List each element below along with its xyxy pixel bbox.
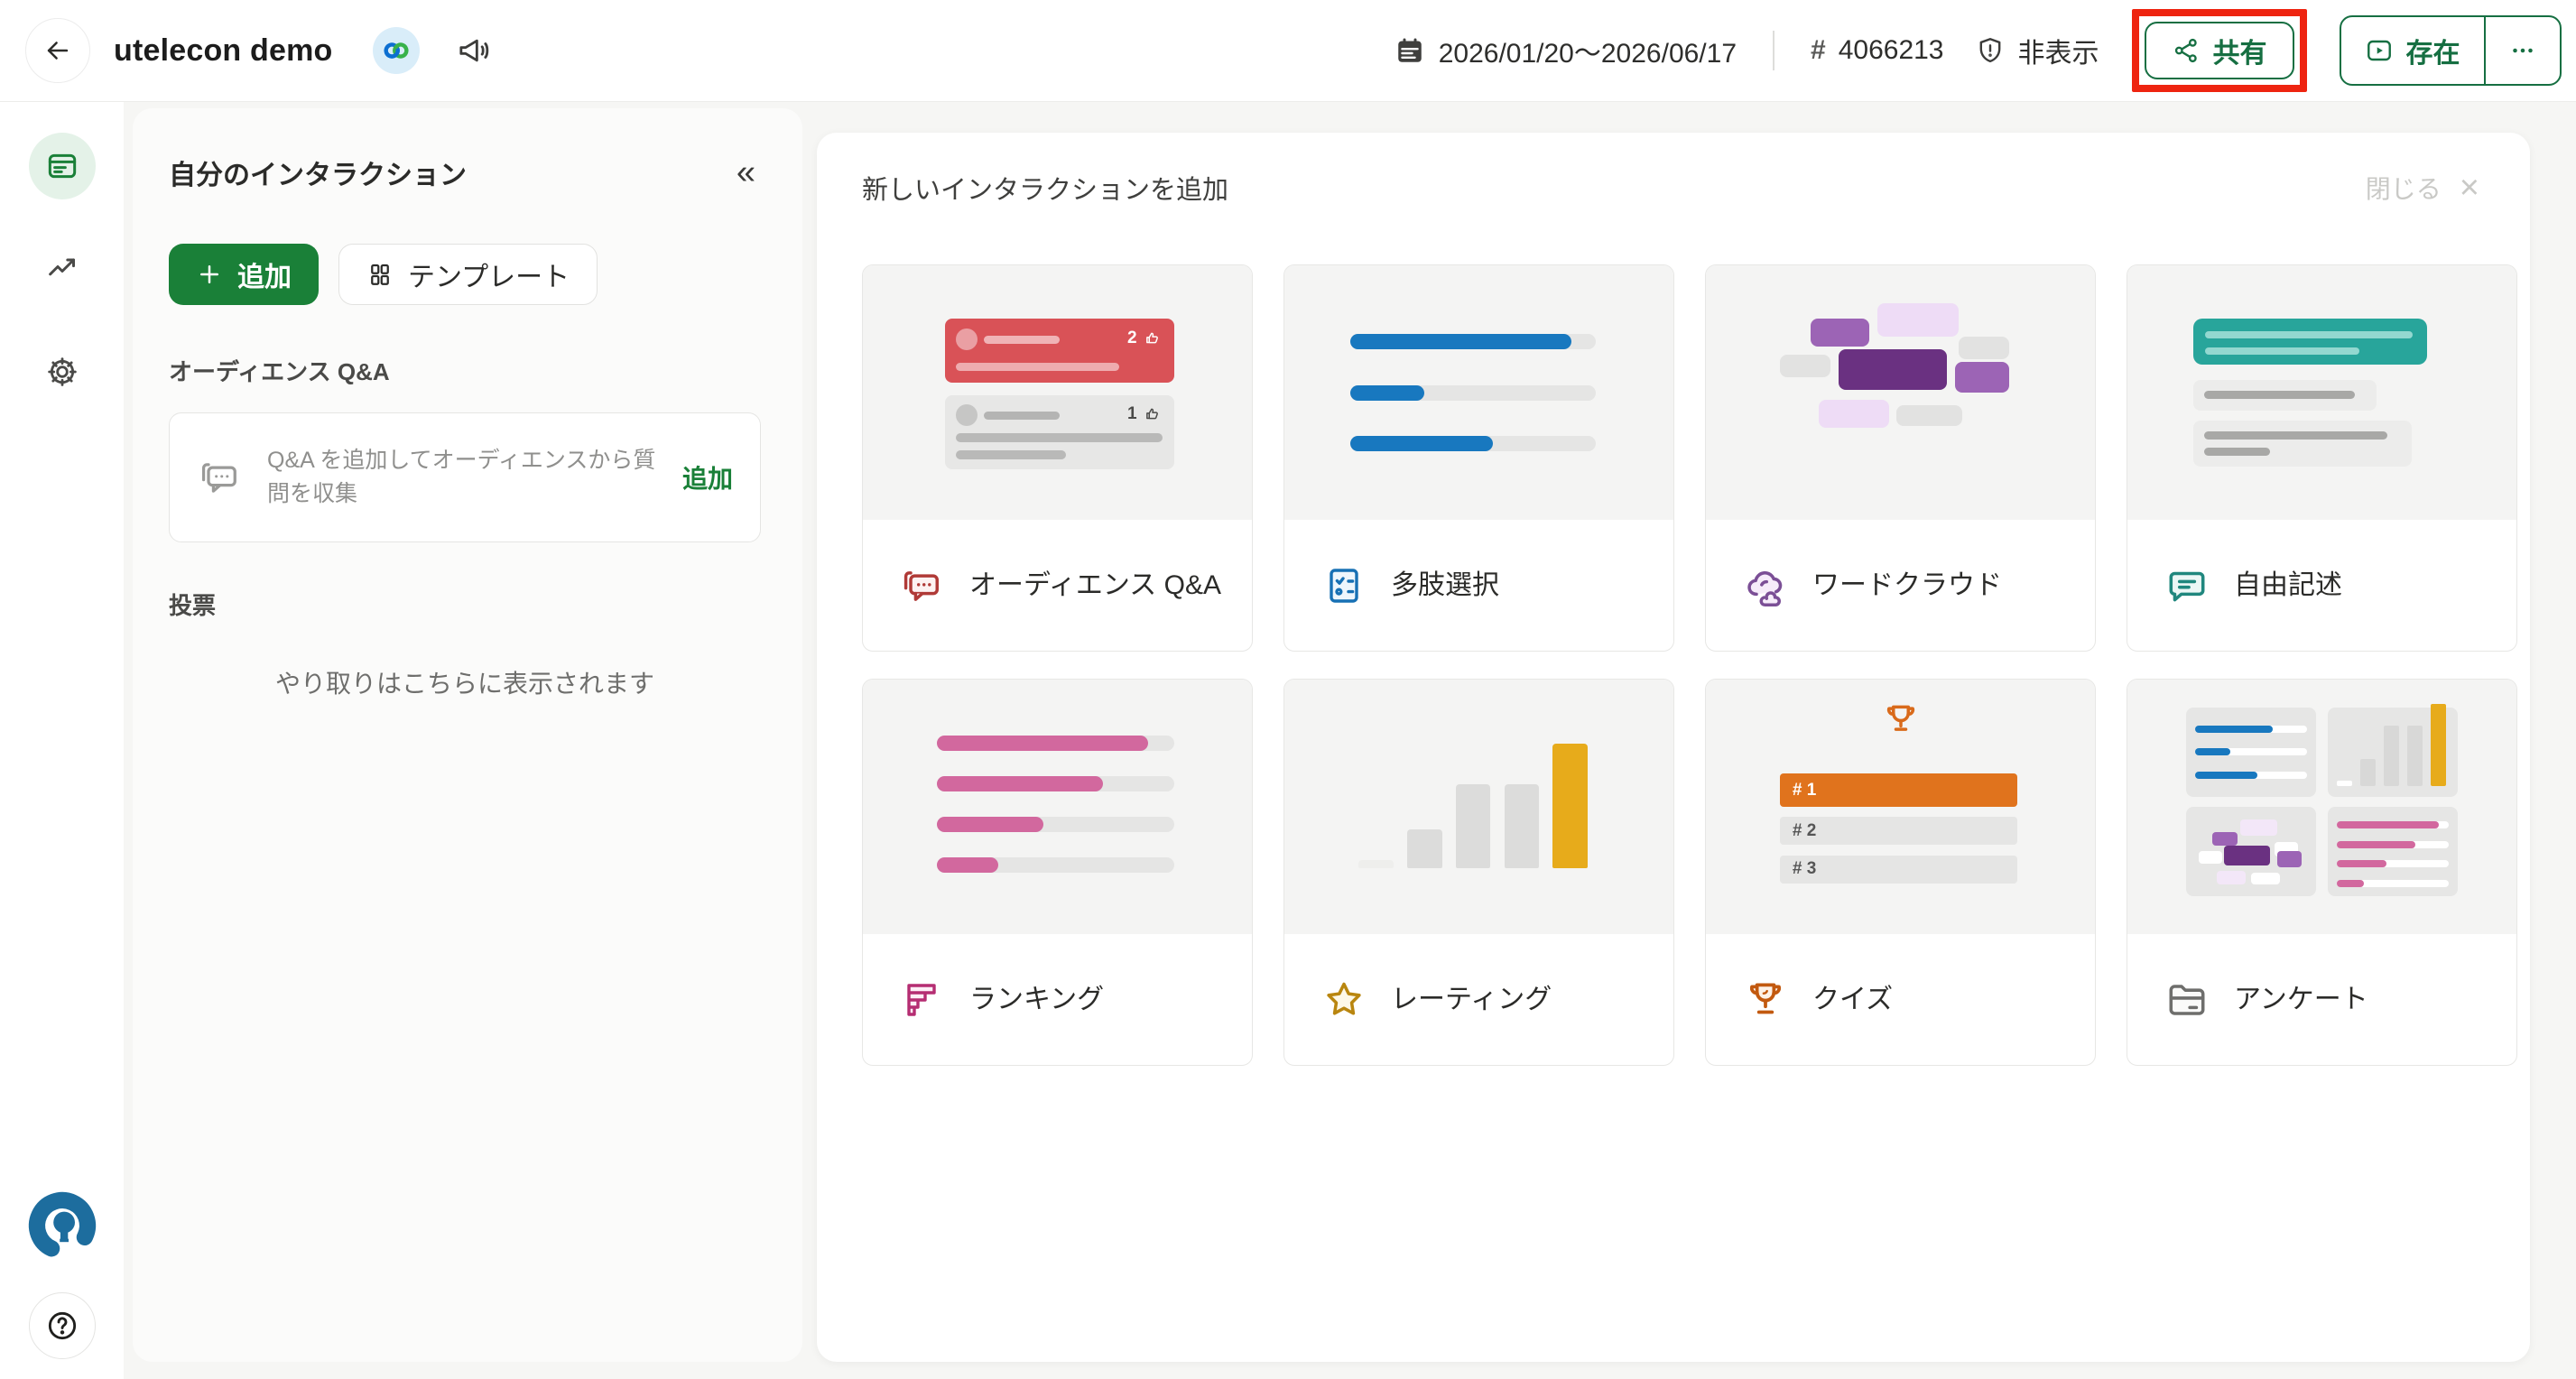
qa-hint-card: Q&A を追加してオーディエンスから質問を収集 追加 [169,412,761,542]
help-button[interactable] [29,1292,96,1359]
webex-app-icon[interactable] [373,27,420,74]
share-highlight-annotation: 共有 [2132,9,2307,92]
survey-folder-icon [2164,976,2210,1023]
card-label: クイズ [1812,982,1893,1018]
ellipsis-icon [2507,35,2538,66]
rail-item-trends[interactable] [29,236,96,302]
card-label: ワードクラウド [1812,568,2002,604]
hash-icon: # [1811,35,1826,66]
quiz-rank-3: # 3 [1780,856,2017,884]
card-multiple-choice[interactable]: 多肢選択 [1283,264,1674,652]
back-arrow-icon [42,35,73,66]
card-thumbnail: 2 1 [863,265,1252,520]
card-thumbnail [2127,265,2516,520]
card-thumbnail [1284,265,1673,520]
card-audience-qa[interactable]: 2 1 [862,264,1253,652]
card-label: 自由記述 [2234,568,2342,604]
card-ranking[interactable]: ランキング [862,679,1253,1066]
card-thumbnail [1284,680,1673,934]
word-cloud-icon [1742,562,1789,609]
rail-item-settings[interactable] [29,338,96,405]
card-label: ランキング [969,982,1104,1018]
present-button-group: 存在 [2340,15,2562,86]
present-icon [2365,36,2394,65]
template-button[interactable]: テンプレート [338,244,598,305]
sidebar-title: 自分のインタラクション [169,153,467,192]
hidden-status-group[interactable]: 非表示 [1975,31,2099,70]
card-thumbnail [1706,265,2095,520]
topbar-divider [1773,31,1774,70]
close-picker-button[interactable]: 閉じる × [2366,170,2479,206]
date-range-group[interactable]: 2026/01/20～2026/06/17 [1394,31,1737,70]
thumbs-up-icon [1144,406,1161,422]
interactions-sidebar: 自分のインタラクション « 追加 テンプレート オーディエンス Q&A [133,108,802,1362]
session-number: 4066213 [1839,35,1944,66]
card-label: アンケート [2234,982,2368,1018]
add-button-label: 追加 [237,255,292,294]
card-label: レーティング [1391,982,1552,1018]
share-label: 共有 [2213,31,2267,70]
quiz-trophy-icon [1742,976,1789,1023]
share-icon [2172,36,2201,65]
interaction-type-grid: 2 1 [862,264,2479,1066]
card-label: オーディエンス Q&A [969,568,1221,604]
add-interaction-button[interactable]: 追加 [169,244,319,305]
present-button[interactable]: 存在 [2341,17,2484,84]
share-button[interactable]: 共有 [2145,22,2294,79]
poll-empty-message: やり取りはこちらに表示されます [169,664,761,700]
app-logo [24,1188,100,1263]
left-rail [0,102,124,1379]
qa-chat-icon [899,562,946,609]
rail-item-interactions[interactable] [29,133,96,199]
chat-bubbles-icon [197,454,244,501]
close-icon: × [2460,171,2479,205]
topbar: utelecon demo 2026/01/20～2026/06/17 [0,0,2576,102]
back-button[interactable] [25,18,90,83]
main-panel: 新しいインタラクションを追加 閉じる × 2 [817,133,2530,1362]
card-thumbnail [863,680,1252,934]
collapse-sidebar-button[interactable]: « [731,152,761,193]
gear-icon [44,354,80,390]
add-interaction-header: 新しいインタラクションを追加 [862,169,1228,207]
hidden-label: 非表示 [2018,31,2099,70]
more-options-button[interactable] [2486,17,2560,84]
qa-section-title: オーディエンス Q&A [169,354,761,387]
slides-icon [44,148,80,184]
trending-up-icon [44,251,80,287]
date-range: 2026/01/20～2026/06/17 [1439,31,1737,70]
card-open-ended[interactable]: 自由記述 [2127,264,2517,652]
shield-alert-icon [1975,35,2006,66]
thumbs-up-icon [1144,330,1161,347]
qa-hint-text: Q&A を追加してオーディエンスから質問を収集 [267,444,659,511]
open-ended-icon [2164,562,2210,609]
qa-add-link[interactable]: 追加 [682,459,733,495]
card-quiz[interactable]: # 1 # 2 # 3 クイズ [1705,679,2096,1066]
present-label: 存在 [2406,31,2460,70]
card-rating[interactable]: レーティング [1283,679,1674,1066]
quiz-rank-2: # 2 [1780,817,2017,845]
template-button-label: テンプレート [408,255,570,294]
card-thumbnail: # 1 # 2 # 3 [1706,680,2095,934]
close-label: 閉じる [2366,170,2442,206]
document-title: utelecon demo [114,33,333,69]
session-code-group[interactable]: # 4066213 [1811,35,1943,66]
trophy-icon [1881,700,1921,740]
card-thumbnail [2127,680,2516,934]
ranking-icon [899,976,946,1023]
quiz-rank-1: # 1 [1780,773,2017,807]
card-label: 多肢選択 [1391,568,1499,604]
announcement-icon[interactable] [456,32,492,69]
card-survey[interactable]: アンケート [2127,679,2517,1066]
calendar-icon [1394,34,1426,67]
question-mark-icon [44,1308,80,1344]
poll-section-title: 投票 [169,588,761,621]
multiple-choice-icon [1320,562,1367,609]
card-word-cloud[interactable]: ワードクラウド [1705,264,2096,652]
template-grid-icon [366,261,394,288]
rating-star-icon [1320,976,1367,1023]
plus-icon [196,261,223,288]
